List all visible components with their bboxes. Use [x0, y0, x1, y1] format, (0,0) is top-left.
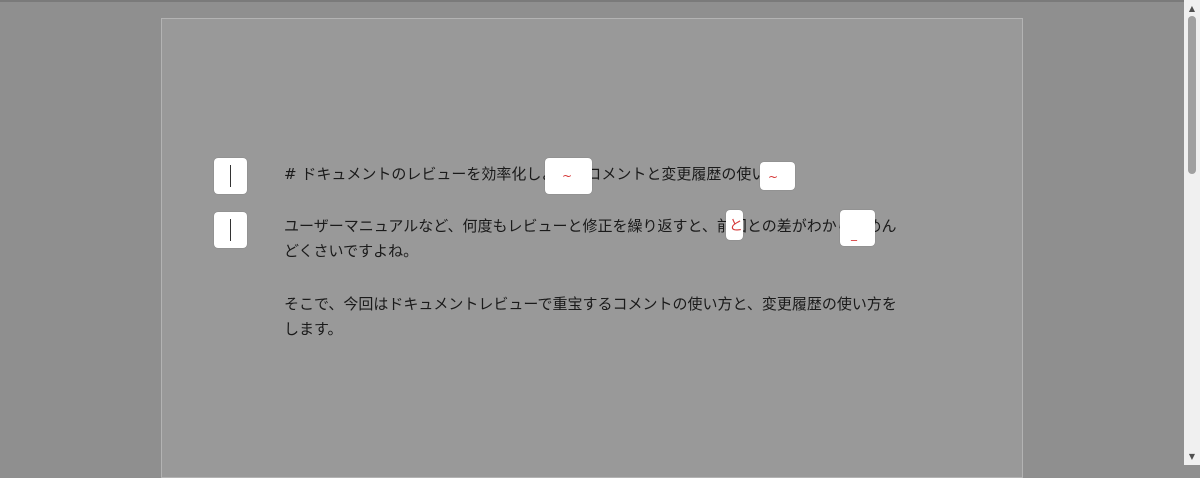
revision-mark[interactable]: ~ — [760, 162, 795, 190]
insertion-mark: と — [729, 218, 743, 234]
insertion-mark-icon: _ — [851, 227, 857, 241]
heading-paragraph[interactable]: # ドキュメントのレビューを効率化しよう！コメントと変更履歴の使い方 — [284, 162, 904, 187]
scroll-down-arrow-icon[interactable]: ▼ — [1184, 450, 1200, 464]
change-bar-line — [230, 165, 231, 187]
change-bar-marker[interactable] — [214, 158, 247, 194]
deletion-mark-icon: ~ — [768, 170, 779, 184]
body-paragraph[interactable]: そこで、今回はドキュメントレビューで重宝するコメントの使い方と、変更履歴の使い方… — [284, 292, 904, 342]
scrollbar-thumb[interactable] — [1188, 16, 1196, 174]
body-paragraph[interactable]: ユーザーマニュアルなど、何度もレビューと修正を繰り返すと、前回との差がわからずめ… — [284, 214, 904, 264]
vertical-scrollbar[interactable]: ▲ ▼ — [1184, 0, 1200, 465]
deletion-mark-icon: ~ — [562, 169, 573, 183]
revision-mark[interactable]: と — [726, 210, 743, 240]
revision-mark[interactable]: _ — [840, 210, 875, 246]
revision-mark[interactable]: ~ — [545, 158, 592, 194]
change-bar-marker[interactable] — [214, 212, 247, 248]
scroll-up-arrow-icon[interactable]: ▲ — [1184, 2, 1200, 16]
change-bar-line — [230, 219, 231, 241]
